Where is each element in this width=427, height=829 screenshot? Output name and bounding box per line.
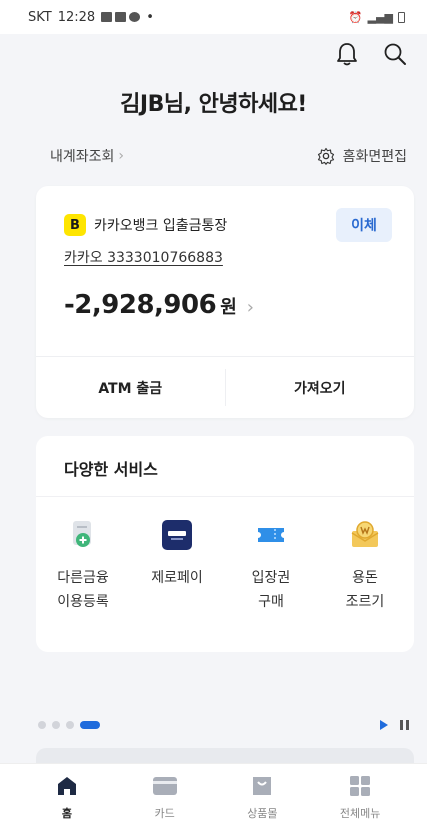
service-item-ticket[interactable]: 입장권 구매: [224, 518, 318, 614]
nav-label: 전체메뉴: [339, 806, 381, 820]
currency-label: 원: [220, 297, 237, 318]
notification-icons: [101, 12, 141, 22]
pager-dot[interactable]: [52, 721, 60, 729]
bottom-nav: 홈 카드 상품몰 전체메뉴: [0, 763, 427, 829]
header-actions: [333, 40, 409, 68]
service-item-allowance[interactable]: 용돈 조르기: [318, 518, 412, 614]
service-item-zeropay[interactable]: 제로페이: [130, 518, 224, 614]
nav-shop[interactable]: 상품몰: [222, 773, 302, 821]
service-label: 입장권 구매: [251, 570, 291, 610]
service-label: 다른금융 이용등록: [57, 570, 109, 610]
status-right: ⏰ ▂▄▆: [349, 11, 405, 24]
play-icon[interactable]: [380, 720, 388, 730]
carrier-label: SKT: [28, 9, 52, 25]
service-item-register-finance[interactable]: 다른금융 이용등록: [36, 518, 130, 614]
pager-dot-active[interactable]: [80, 721, 100, 729]
nav-home[interactable]: 홈: [27, 773, 107, 821]
chevron-right-icon: ›: [118, 148, 125, 164]
atm-withdraw-button[interactable]: ATM 출금: [36, 357, 225, 418]
grid-menu-icon: [347, 773, 373, 799]
services-card: 다양한 서비스 다른금융 이용등록 제로페이 입장권 구매 용돈 조르기: [36, 436, 414, 652]
fetch-money-button[interactable]: 가져오기: [226, 357, 415, 418]
banner-pager: [38, 720, 409, 730]
home-edit-button[interactable]: 홈화면편집: [317, 146, 407, 166]
status-dot: •: [146, 9, 154, 25]
home-icon: [54, 773, 80, 799]
card-icon: [152, 773, 178, 799]
kakaobank-logo-icon: B: [64, 214, 86, 236]
ticket-icon: [254, 518, 288, 552]
service-label: 용돈 조르기: [345, 570, 385, 610]
account-actions: ATM 출금 가져오기: [36, 357, 414, 418]
account-header: B 카카오뱅크 입출금통장: [64, 214, 227, 236]
pager-dot[interactable]: [38, 721, 46, 729]
search-icon[interactable]: [381, 40, 409, 68]
gallery-icon: [101, 12, 113, 22]
balance-amount: -2,928,906: [64, 290, 217, 320]
nav-all-menu[interactable]: 전체메뉴: [320, 773, 400, 821]
zeropay-icon: [160, 518, 194, 552]
services-title: 다양한 서비스: [64, 460, 158, 479]
nav-card[interactable]: 카드: [125, 773, 205, 821]
shopping-bag-icon: [249, 773, 275, 799]
service-label: 제로페이: [151, 570, 203, 586]
account-card[interactable]: B 카카오뱅크 입출금통장 이체 카카오 3333010766883 -2,92…: [36, 186, 414, 418]
pager-dots: [38, 721, 100, 729]
bell-icon[interactable]: [333, 40, 361, 68]
account-lookup-label: 내계좌조회: [50, 149, 115, 165]
account-lookup-link[interactable]: 내계좌조회 ›: [50, 146, 124, 166]
battery-icon: [398, 11, 405, 23]
alarm-icon: ⏰: [348, 10, 363, 24]
services-grid: 다른금융 이용등록 제로페이 입장권 구매 용돈 조르기: [36, 518, 414, 614]
status-bar: SKT 12:28 • ⏰ ▂▄▆: [0, 0, 427, 34]
nav-label: 홈: [61, 806, 72, 820]
status-left: SKT 12:28 •: [28, 10, 154, 25]
clock: 12:28: [57, 9, 96, 25]
balance-display[interactable]: -2,928,906 원 ›: [64, 290, 254, 320]
photo-icon: [115, 12, 127, 22]
pager-dot[interactable]: [66, 721, 74, 729]
gear-icon: [317, 147, 334, 165]
transfer-button[interactable]: 이체: [336, 208, 392, 242]
divider: [36, 496, 414, 497]
signal-icon: ▂▄▆: [367, 10, 393, 24]
greeting-title: 김JB님, 안녕하세요!: [120, 92, 307, 117]
sub-bar: 내계좌조회 › 홈화면편집: [50, 146, 407, 166]
home-edit-label: 홈화면편집: [342, 149, 407, 165]
nav-label: 상품몰: [247, 806, 278, 820]
chat-icon: [129, 12, 141, 22]
nav-label: 카드: [154, 806, 175, 820]
account-name: 카카오뱅크 입출금통장: [94, 218, 228, 234]
pager-controls: [380, 720, 409, 730]
pause-icon[interactable]: [400, 720, 409, 730]
chevron-right-icon: ›: [246, 297, 254, 318]
allowance-envelope-icon: [348, 518, 382, 552]
register-finance-icon: [66, 518, 100, 552]
account-number[interactable]: 카카오 3333010766883: [64, 247, 223, 267]
